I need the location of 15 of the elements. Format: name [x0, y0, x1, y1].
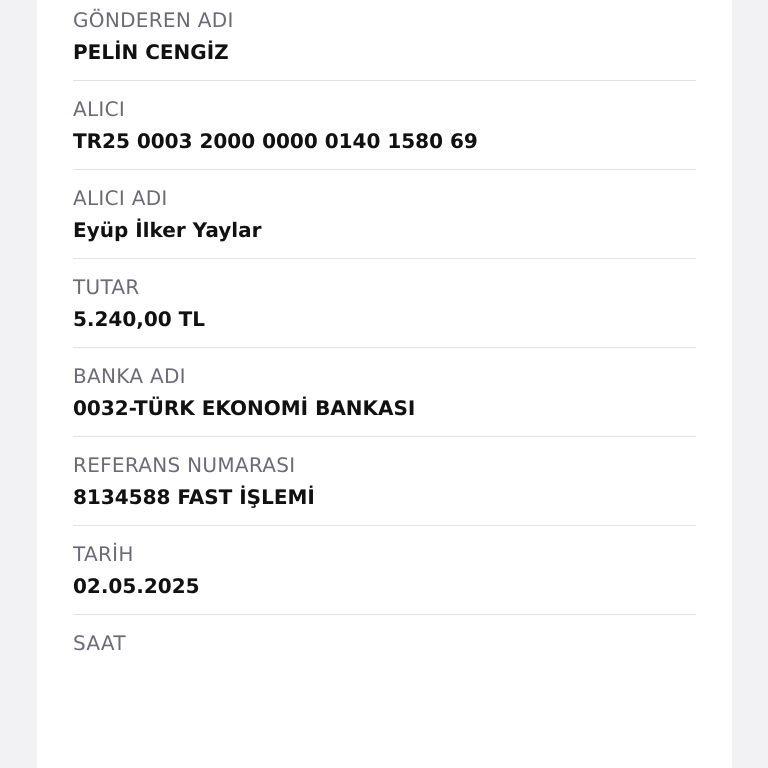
field-value: 0032-TÜRK EKONOMİ BANKASI — [73, 395, 416, 422]
field-label: ALICI — [73, 97, 126, 121]
field-value: 8134588 FAST İŞLEMİ — [73, 484, 316, 511]
field-value: PELİN CENGİZ — [73, 39, 230, 66]
field-label: TARİH — [73, 542, 135, 566]
field-label: SAAT — [73, 631, 127, 655]
field-label: ALICI ADI — [73, 186, 169, 210]
field-value: TR25 0003 2000 0000 0140 1580 69 — [73, 128, 479, 155]
field-value: 02.05.2025 — [73, 573, 201, 600]
field-label: TUTAR — [73, 275, 141, 299]
field-value: 5.240,00 TL — [73, 306, 206, 333]
field-value: Eyüp İlker Yaylar — [73, 217, 262, 244]
field-label: REFERANS NUMARASI — [73, 453, 296, 477]
field-label: BANKA ADI — [73, 364, 187, 388]
field-label: GÖNDEREN ADI — [73, 8, 235, 32]
